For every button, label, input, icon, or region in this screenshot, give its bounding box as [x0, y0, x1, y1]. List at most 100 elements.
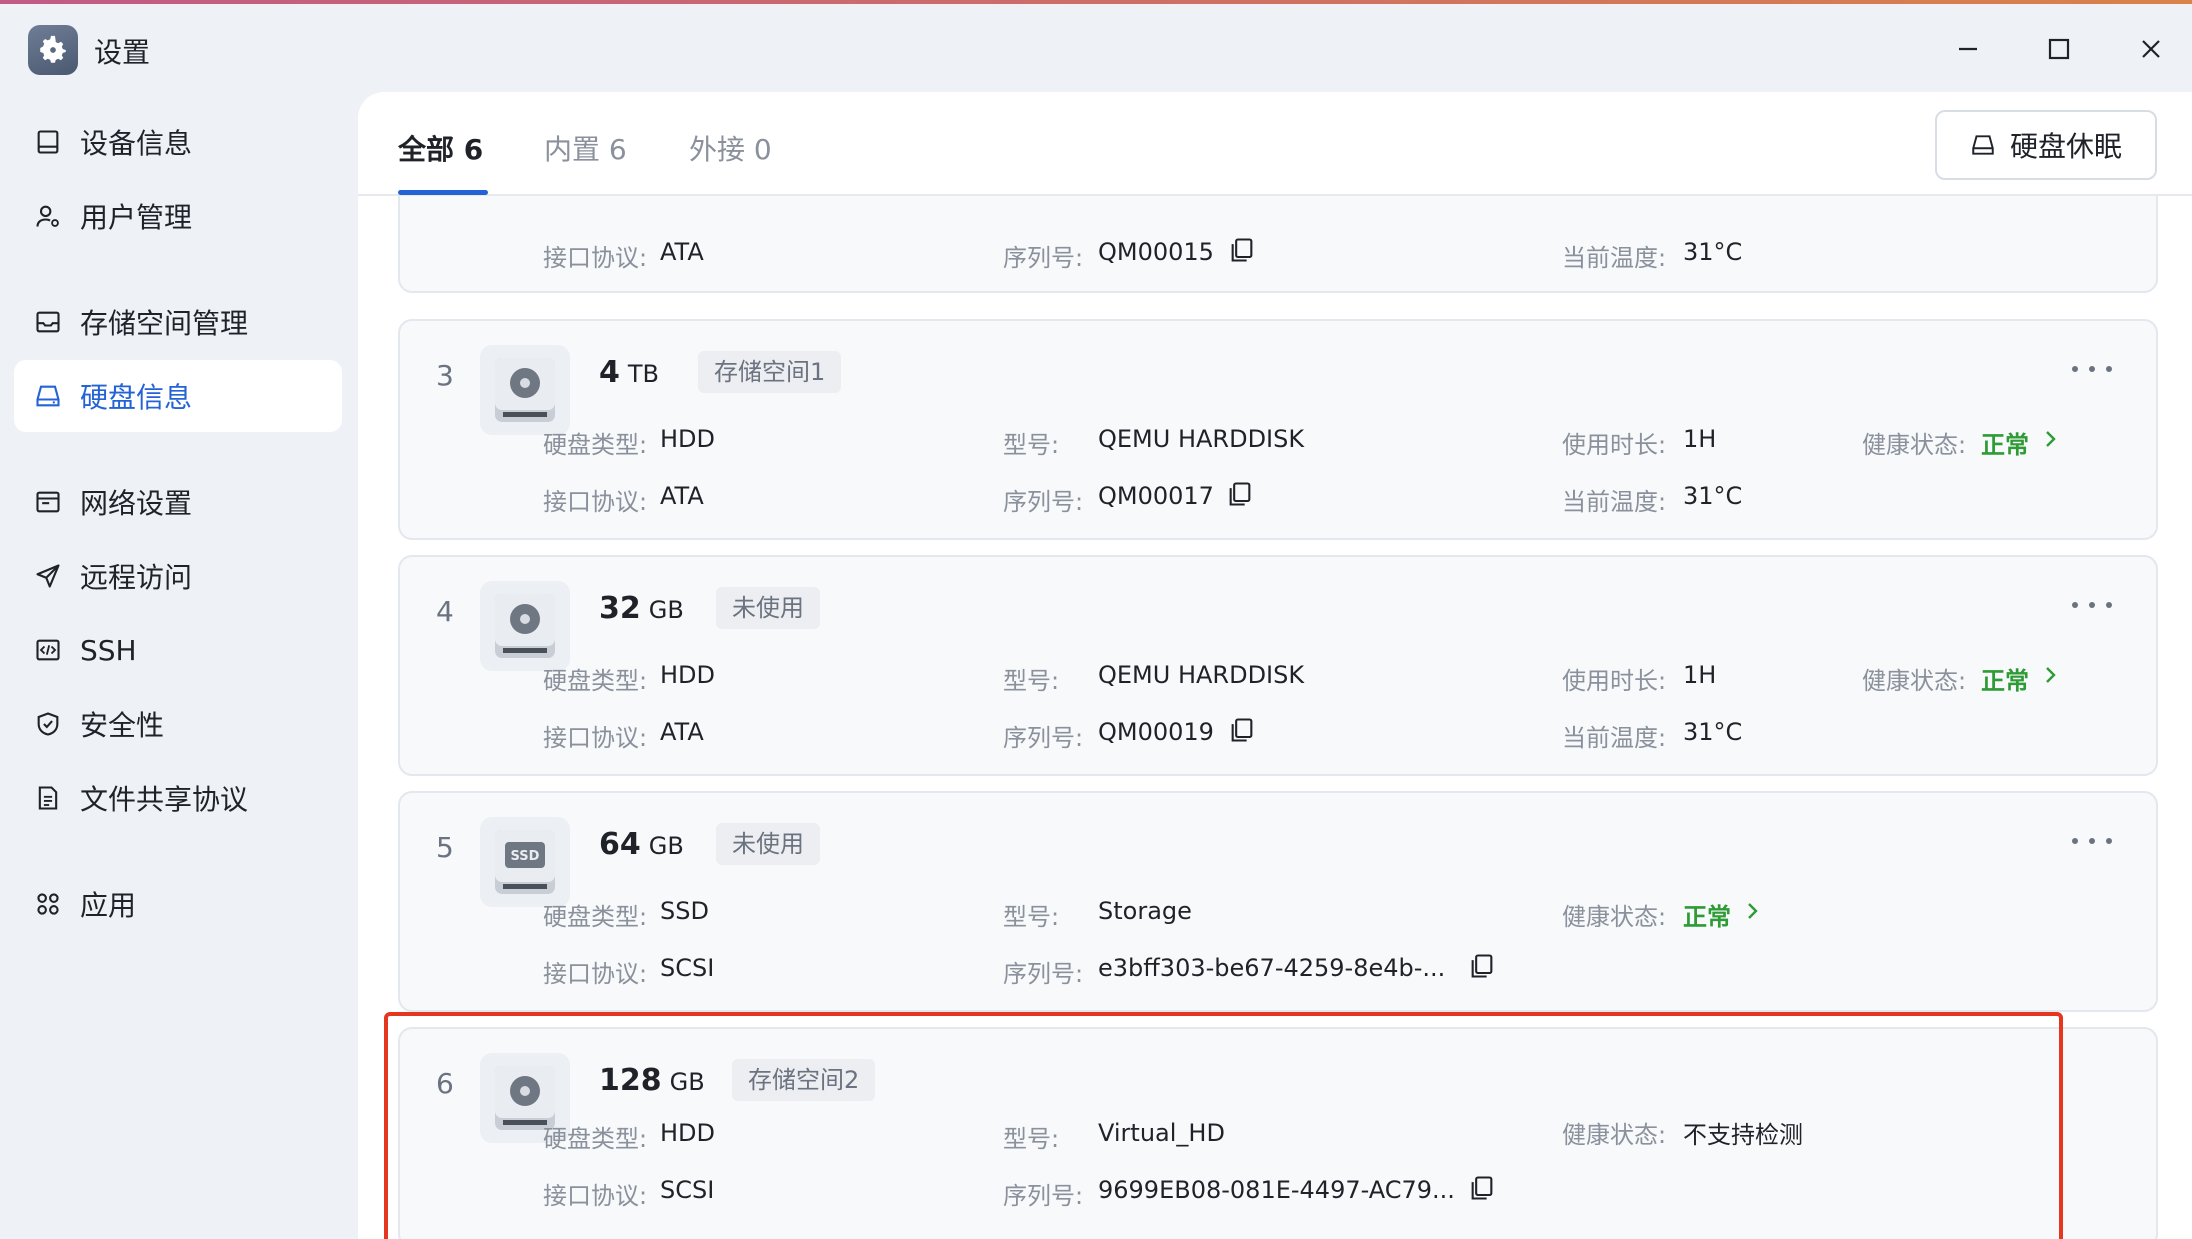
- window-title: 设置: [94, 36, 151, 69]
- chevron-right-icon[interactable]: [2042, 665, 2058, 685]
- hdd-icon: [480, 581, 570, 671]
- sidebar-item-disk-info[interactable]: 硬盘信息: [14, 360, 342, 432]
- interface-label: 接口协议:: [543, 724, 648, 752]
- minimize-icon: [1959, 47, 1977, 51]
- health-label: 健康状态:: [1862, 667, 1967, 695]
- storage-icon: [32, 306, 64, 338]
- storage-tag: 存储空间1: [698, 351, 842, 393]
- disk-type-value: SSD: [660, 897, 709, 925]
- interface-value: ATA: [660, 482, 704, 510]
- sidebar-item-network[interactable]: 网络设置: [14, 466, 342, 538]
- sidebar-item-user-management[interactable]: 用户管理: [14, 180, 342, 252]
- sidebar-item-label: 存储空间管理: [80, 307, 249, 340]
- interface-label: 接口协议:: [543, 244, 648, 272]
- capacity: 64 GB: [599, 827, 684, 862]
- serial-value: 9699EB08-081E-4497-AC79...: [1098, 1176, 1455, 1204]
- sidebar-item-remote-access[interactable]: 远程访问: [14, 540, 342, 612]
- hdd-icon: [480, 345, 570, 435]
- chevron-right-icon[interactable]: [1744, 901, 1760, 921]
- close-button[interactable]: [2131, 29, 2171, 69]
- disk-index: 4: [436, 595, 454, 628]
- health-value: 不支持检测: [1683, 1121, 1803, 1149]
- sidebar-item-file-share[interactable]: 文件共享协议: [14, 762, 342, 834]
- disk-card: 3 4 TB 存储空间1 硬盘类型: HDD 型号: QEMU HARDDISK …: [398, 319, 2158, 540]
- maximize-button[interactable]: [2039, 29, 2079, 69]
- sidebar-item-label: 硬盘信息: [80, 381, 193, 414]
- temperature-value: 31°C: [1683, 718, 1743, 746]
- copy-icon[interactable]: [1228, 716, 1256, 744]
- model-label: 型号:: [1003, 431, 1060, 459]
- hard-disk-icon: [32, 380, 64, 412]
- minimize-button[interactable]: [1948, 29, 1988, 69]
- device-info-icon: [32, 126, 64, 158]
- user-icon: [32, 200, 64, 232]
- interface-value: SCSI: [660, 1176, 715, 1204]
- health-label: 健康状态:: [1562, 903, 1667, 931]
- health-value[interactable]: 正常: [1981, 425, 2029, 460]
- serial-label: 序列号:: [1003, 1182, 1084, 1210]
- more-options-button[interactable]: [2072, 359, 2112, 379]
- model-label: 型号:: [1003, 903, 1060, 931]
- model-value: Virtual_HD: [1098, 1119, 1225, 1147]
- active-tab-indicator: [398, 190, 488, 195]
- sidebar: 设备信息 用户管理 存储空间管理 硬盘信息 网络设置 远程访问 SSH 安全性 …: [0, 90, 358, 1239]
- main-panel: 全部 6 内置 6 外接 0 硬盘休眠 接口协议: ATA 序列号: QM000…: [358, 92, 2192, 1239]
- disk-type-value: HDD: [660, 425, 716, 453]
- shield-icon: [32, 708, 64, 740]
- tab-all[interactable]: 全部 6: [398, 128, 483, 168]
- storage-tag: 未使用: [716, 823, 820, 865]
- interface-value: ATA: [660, 238, 704, 266]
- model-value: QEMU HARDDISK: [1098, 425, 1305, 453]
- disk-type-value: HDD: [660, 1119, 716, 1147]
- health-value[interactable]: 正常: [1683, 897, 1731, 932]
- temperature-label: 当前温度:: [1562, 488, 1667, 516]
- disk-card: 5 SSD 64 GB 未使用 硬盘类型: SSD 型号: Storage 健康状…: [398, 791, 2158, 1012]
- hard-disk-icon: [1970, 132, 1996, 158]
- sidebar-item-label: 应用: [80, 889, 137, 922]
- tab-bar: 全部 6 内置 6 外接 0 硬盘休眠: [358, 92, 2192, 196]
- close-icon: [2142, 40, 2160, 58]
- disk-index: 3: [436, 359, 454, 392]
- copy-icon[interactable]: [1468, 952, 1496, 980]
- remote-access-icon: [32, 560, 64, 592]
- sidebar-item-ssh[interactable]: SSH: [14, 614, 342, 686]
- more-options-button[interactable]: [2072, 831, 2112, 851]
- sidebar-item-apps[interactable]: 应用: [14, 868, 342, 940]
- serial-value: QM00017: [1098, 482, 1214, 510]
- maximize-icon: [2048, 38, 2070, 60]
- serial-value: QM00015: [1098, 238, 1214, 266]
- sidebar-item-label: 文件共享协议: [80, 783, 249, 816]
- disk-card: 6 128 GB 存储空间2 硬盘类型: HDD 型号: Virtual_HD 健…: [398, 1027, 2158, 1239]
- disk-type-label: 硬盘类型:: [543, 903, 648, 931]
- disk-sleep-button[interactable]: 硬盘休眠: [1935, 110, 2157, 180]
- storage-tag: 存储空间2: [732, 1059, 876, 1101]
- tab-external[interactable]: 外接 0: [689, 128, 772, 168]
- more-options-button[interactable]: [2072, 595, 2112, 615]
- usage-time-value: 1H: [1683, 425, 1717, 453]
- serial-label: 序列号:: [1003, 244, 1084, 272]
- disk-type-label: 硬盘类型:: [543, 667, 648, 695]
- capacity: 32 GB: [599, 591, 684, 626]
- copy-icon[interactable]: [1468, 1174, 1496, 1202]
- disk-index: 5: [436, 831, 454, 864]
- serial-value: QM00019: [1098, 718, 1214, 746]
- disk-sleep-label: 硬盘休眠: [2009, 130, 2122, 163]
- sidebar-item-storage-management[interactable]: 存储空间管理: [14, 286, 342, 358]
- usage-time-label: 使用时长:: [1562, 667, 1667, 695]
- chevron-right-icon[interactable]: [2042, 429, 2058, 449]
- copy-icon[interactable]: [1226, 480, 1254, 508]
- health-label: 健康状态:: [1562, 1121, 1667, 1149]
- temperature-value: 31°C: [1683, 238, 1743, 266]
- health-value[interactable]: 正常: [1981, 661, 2029, 696]
- sidebar-item-device-info[interactable]: 设备信息: [14, 106, 342, 178]
- health-label: 健康状态:: [1862, 431, 1967, 459]
- serial-label: 序列号:: [1003, 724, 1084, 752]
- interface-label: 接口协议:: [543, 1182, 648, 1210]
- tab-internal[interactable]: 内置 6: [544, 128, 627, 168]
- apps-icon: [32, 888, 64, 920]
- copy-icon[interactable]: [1228, 236, 1256, 264]
- interface-label: 接口协议:: [543, 488, 648, 516]
- disk-card: 接口协议: ATA 序列号: QM00015 当前温度: 31°C: [398, 196, 2158, 293]
- sidebar-item-security[interactable]: 安全性: [14, 688, 342, 760]
- sidebar-item-label: 安全性: [80, 709, 165, 742]
